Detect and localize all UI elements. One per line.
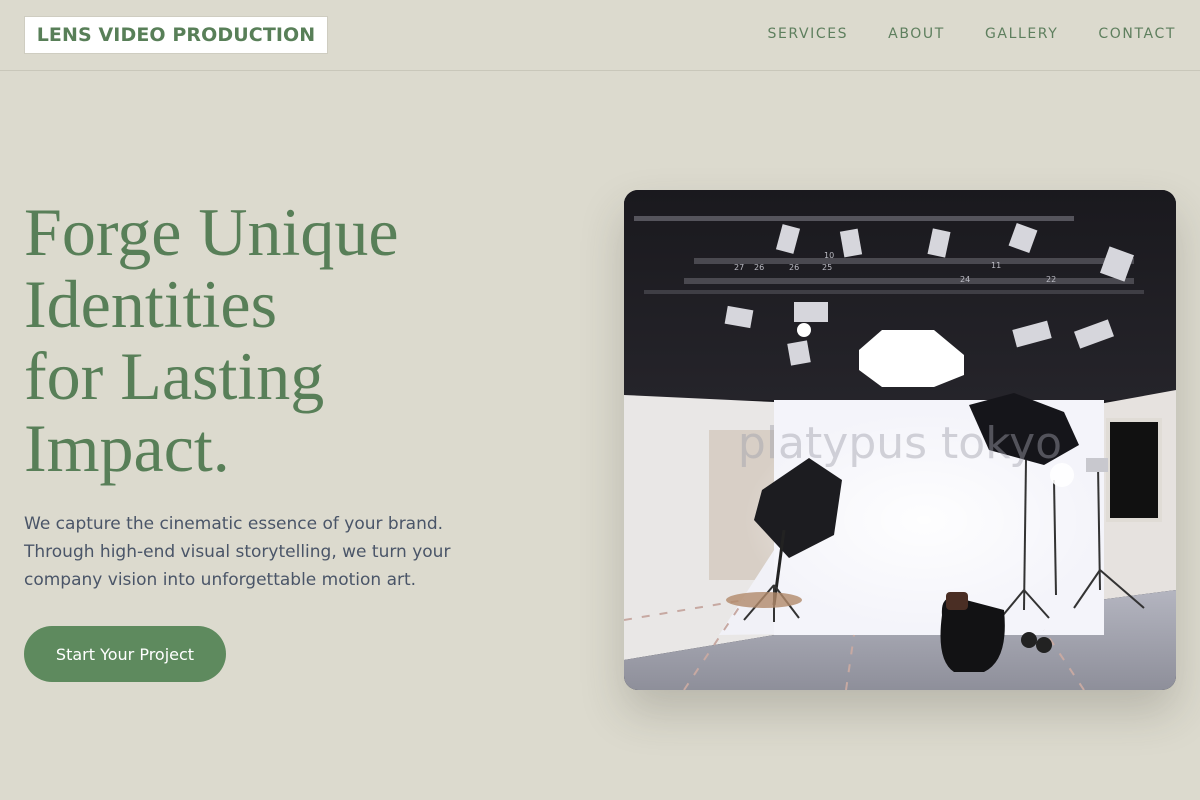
nav-link-contact[interactable]: CONTACT xyxy=(1098,26,1176,42)
main-nav: SERVICES ABOUT GALLERY CONTACT xyxy=(767,26,1176,42)
hero-title-line: Impact. xyxy=(24,410,230,486)
svg-text:10: 10 xyxy=(824,251,834,260)
hero-title: Forge Unique Identities for Lasting Impa… xyxy=(24,196,544,484)
svg-text:24: 24 xyxy=(960,275,970,284)
hero-title-line: Forge Unique xyxy=(24,194,399,270)
start-project-button[interactable]: Start Your Project xyxy=(24,626,226,682)
svg-text:11: 11 xyxy=(991,261,1001,270)
nav-link-gallery[interactable]: GALLERY xyxy=(985,26,1058,42)
hero-title-line: Identities xyxy=(24,266,278,342)
site-header: LENS VIDEO PRODUCTION SERVICES ABOUT GAL… xyxy=(0,0,1200,71)
studio-photo-illustration: 27 26 26 10 25 11 24 22 xyxy=(624,190,1176,690)
logo[interactable]: LENS VIDEO PRODUCTION xyxy=(24,16,328,54)
hero-title-line: for Lasting xyxy=(24,338,325,414)
svg-text:26: 26 xyxy=(789,263,799,272)
studio-photo: 27 26 26 10 25 11 24 22 xyxy=(624,190,1176,690)
svg-text:25: 25 xyxy=(822,263,832,272)
svg-text:22: 22 xyxy=(1046,275,1056,284)
nav-link-about[interactable]: ABOUT xyxy=(888,26,945,42)
nav-link-services[interactable]: SERVICES xyxy=(767,26,848,42)
hero-description: We capture the cinematic essence of your… xyxy=(24,514,451,590)
svg-text:27: 27 xyxy=(734,263,744,272)
svg-text:26: 26 xyxy=(754,263,764,272)
